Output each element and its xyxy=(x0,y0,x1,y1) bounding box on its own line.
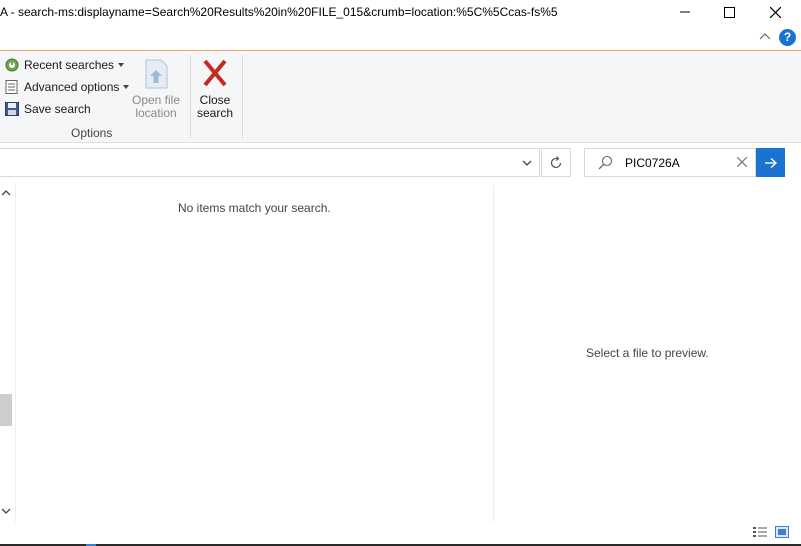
maximize-button[interactable] xyxy=(706,0,752,24)
open-file-location-label-2: location xyxy=(135,106,177,120)
recent-searches-button[interactable]: Recent searches xyxy=(5,55,125,75)
navigation-scrollbar[interactable] xyxy=(0,182,12,522)
details-view-icon xyxy=(753,527,767,537)
close-window-button[interactable] xyxy=(752,0,798,24)
title-bar: A - search-ms:displayname=Search%20Resul… xyxy=(0,0,801,24)
refresh-icon xyxy=(550,155,562,168)
collapse-ribbon-button[interactable] xyxy=(758,30,772,44)
chevron-up-icon xyxy=(759,33,771,40)
status-bar xyxy=(0,522,801,546)
search-go-button[interactable] xyxy=(756,148,785,177)
preview-pane-message: Select a file to preview. xyxy=(586,346,709,360)
chevron-down-icon xyxy=(522,160,532,166)
search-input[interactable]: PIC0726A xyxy=(584,148,756,177)
advanced-options-label: Advanced options xyxy=(24,80,120,94)
minimize-button[interactable] xyxy=(662,0,708,24)
scroll-down-icon xyxy=(1,508,11,514)
pane-divider xyxy=(15,182,16,522)
details-view-button[interactable] xyxy=(752,525,768,539)
search-icon xyxy=(598,155,613,170)
options-group-label: Options xyxy=(71,126,113,140)
advanced-options-icon xyxy=(5,80,19,94)
open-file-location-button[interactable]: Open file location xyxy=(129,58,183,120)
help-icon[interactable]: ? xyxy=(779,29,796,46)
clear-search-button[interactable] xyxy=(733,153,751,171)
close-icon xyxy=(769,6,781,18)
address-row: PIC0726A xyxy=(0,143,801,182)
open-file-location-icon xyxy=(145,59,168,89)
close-search-label-2: search xyxy=(196,106,234,120)
scroll-up-icon xyxy=(1,190,11,196)
minimize-icon xyxy=(680,11,690,13)
arrow-right-icon xyxy=(764,157,777,168)
refresh-button[interactable] xyxy=(541,148,571,177)
address-bar[interactable] xyxy=(0,148,540,177)
maximize-icon xyxy=(723,6,735,18)
window-title: A - search-ms:displayname=Search%20Resul… xyxy=(0,5,558,19)
search-query: PIC0726A xyxy=(625,156,680,170)
ribbon-search-options: Recent searches Advanced options Save se… xyxy=(0,51,801,143)
save-icon xyxy=(5,102,19,116)
close-search-button[interactable]: Close search xyxy=(195,58,235,120)
scrollbar-thumb[interactable] xyxy=(0,394,12,426)
advanced-options-button[interactable]: Advanced options xyxy=(5,77,130,97)
recent-searches-label: Recent searches xyxy=(24,58,115,72)
recent-searches-icon xyxy=(5,58,19,72)
ribbon-divider xyxy=(190,55,191,138)
close-search-icon xyxy=(203,59,227,87)
preview-pane-divider xyxy=(493,185,494,522)
large-icons-view-button[interactable] xyxy=(774,525,790,539)
save-search-label: Save search xyxy=(24,102,91,116)
chevron-down-icon xyxy=(118,63,125,67)
large-icons-view-icon xyxy=(775,526,789,538)
ribbon-tab-strip xyxy=(0,24,801,51)
ribbon-divider xyxy=(242,55,243,138)
address-dropdown-button[interactable] xyxy=(516,149,538,176)
close-icon xyxy=(736,156,748,168)
empty-results-message: No items match your search. xyxy=(178,201,331,215)
save-search-button[interactable]: Save search xyxy=(5,99,91,119)
